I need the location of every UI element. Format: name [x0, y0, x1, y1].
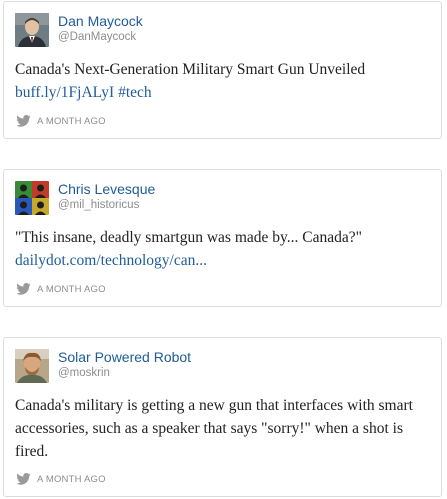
timestamp[interactable]: A MONTH AGO: [37, 474, 106, 485]
author-handle[interactable]: @DanMaycock: [58, 31, 136, 43]
avatar[interactable]: [15, 349, 49, 383]
tweet-text: Canada's military is getting a new gun t…: [15, 394, 431, 463]
tweet-card: Chris Levesque @mil_historicus "This ins…: [3, 169, 442, 307]
timestamp[interactable]: A MONTH AGO: [37, 284, 106, 295]
tweet-card: Solar Powered Robot @moskrin Canada's mi…: [3, 337, 442, 497]
twitter-bird-icon: [16, 473, 31, 485]
author-name[interactable]: Solar Powered Robot: [58, 349, 191, 365]
hashtag-link[interactable]: #tech: [118, 84, 152, 101]
avatar[interactable]: [15, 13, 49, 47]
twitter-bird-icon: [16, 115, 31, 127]
tweet-link[interactable]: dailydot.com/technology/can...: [15, 252, 207, 269]
tweet-body: "This insane, deadly smartgun was made b…: [15, 229, 362, 246]
author-name[interactable]: Chris Levesque: [58, 181, 155, 197]
twitter-bird-icon: [16, 283, 31, 295]
tweet-text: Canada's Next-Generation Military Smart …: [15, 58, 431, 104]
author-handle[interactable]: @mil_historicus: [58, 199, 139, 211]
tweet-text: "This insane, deadly smartgun was made b…: [15, 226, 431, 272]
tweet-footer: A MONTH AGO: [16, 115, 106, 127]
tweet-link[interactable]: buff.ly/1FjALyI: [15, 84, 114, 101]
tweet-footer: A MONTH AGO: [16, 473, 106, 485]
tweet-body: Canada's military is getting a new gun t…: [15, 397, 413, 460]
tweet-card: Dan Maycock @DanMaycock Canada's Next-Ge…: [3, 1, 442, 139]
avatar[interactable]: [15, 181, 49, 215]
tweet-body: Canada's Next-Generation Military Smart …: [15, 61, 366, 78]
timestamp[interactable]: A MONTH AGO: [37, 116, 106, 127]
author-name[interactable]: Dan Maycock: [58, 13, 143, 29]
tweet-footer: A MONTH AGO: [16, 283, 106, 295]
author-handle[interactable]: @moskrin: [58, 367, 110, 379]
